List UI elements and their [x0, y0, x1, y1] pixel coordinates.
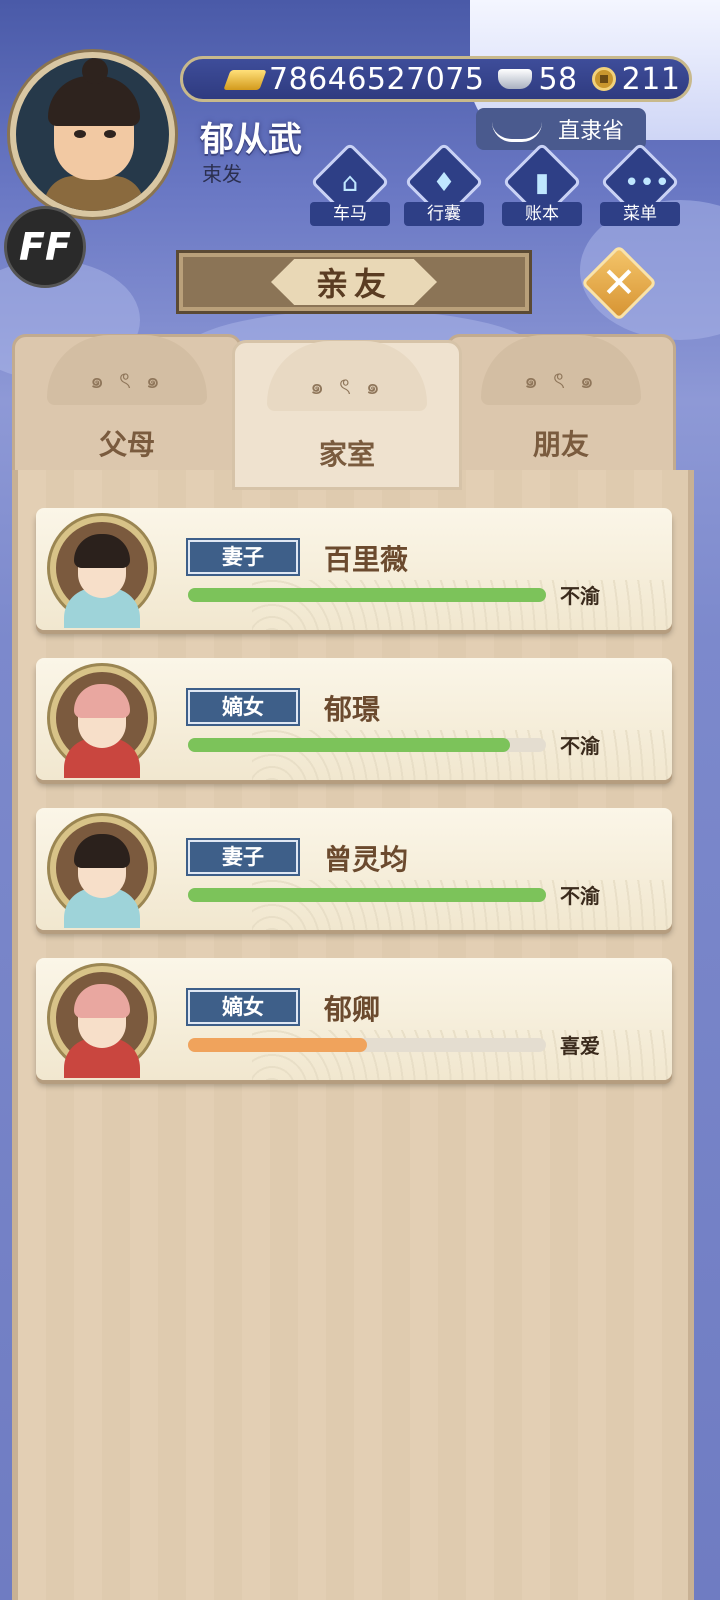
swirl-decor-icon: ๑ ৎ ๑	[310, 375, 384, 400]
affection-bar-fill	[188, 888, 546, 902]
portrait-hair	[74, 534, 130, 568]
silver-amount: 58	[538, 61, 578, 97]
portrait-hair	[74, 834, 130, 868]
portrait-hair	[74, 984, 130, 1018]
relative-portrait	[50, 666, 154, 778]
affection-bar-fill	[188, 1038, 367, 1052]
affection-bar-fill	[188, 738, 511, 752]
nav-menu[interactable]: ••• 菜单	[600, 142, 680, 230]
tab-label: 朋友	[532, 428, 589, 461]
tab-parents[interactable]: ๑ ৎ ๑ 父母	[12, 334, 242, 484]
relative-portrait	[50, 966, 154, 1078]
page-title: 亲友	[271, 259, 437, 305]
mood-label: 不渝	[560, 884, 600, 908]
relative-name: 百里薇	[324, 543, 409, 576]
player-title: 束发	[202, 162, 242, 186]
iron-icon	[492, 116, 542, 142]
relative-card[interactable]: 妻子 百里薇 不渝	[36, 508, 672, 630]
relative-portrait	[50, 516, 154, 628]
close-icon[interactable]: ✕	[590, 254, 648, 312]
location-button[interactable]: 直隶省	[476, 108, 646, 150]
location-label: 直隶省	[558, 119, 625, 144]
mood-label: 不渝	[560, 584, 600, 608]
avatar-hair-bun	[82, 58, 108, 84]
relative-card[interactable]: 嫡女 郁卿 喜爱	[36, 958, 672, 1080]
carriage-icon: ⌂	[341, 168, 359, 198]
affection-bar	[188, 738, 546, 752]
relation-badge: 嫡女	[186, 688, 300, 726]
relative-name: 郁卿	[324, 993, 381, 1026]
mood-label: 喜爱	[560, 1034, 600, 1058]
nav-label: 账本	[502, 202, 582, 226]
nav-label: 行囊	[404, 202, 484, 226]
player-name: 郁从武	[200, 120, 302, 160]
tab-label: 家室	[318, 438, 375, 471]
relative-name: 曾灵均	[324, 843, 409, 876]
resource-bar: 78646527075 58 211	[180, 56, 692, 102]
ff-badge[interactable]: FF	[4, 206, 86, 288]
nav-bag[interactable]: ♦ 行囊	[404, 142, 484, 230]
relative-portrait	[50, 816, 154, 928]
nav-ledger[interactable]: ▮ 账本	[502, 142, 582, 230]
mood-label: 不渝	[560, 734, 600, 758]
avatar-eye	[104, 130, 116, 138]
relation-badge: 妻子	[186, 838, 300, 876]
player-avatar[interactable]	[10, 52, 175, 217]
relative-name: 郁璟	[324, 693, 381, 726]
affection-bar	[188, 888, 546, 902]
affection-bar	[188, 1038, 546, 1052]
silver-ingot-icon	[498, 69, 533, 89]
copper-coin-icon	[591, 67, 616, 91]
relative-card[interactable]: 妻子 曾灵均 不渝	[36, 808, 672, 930]
bag-icon: ♦	[432, 168, 456, 198]
tab-label: 父母	[98, 428, 155, 461]
avatar-eye	[74, 130, 86, 138]
nav-label: 菜单	[600, 202, 680, 226]
swirl-decor-icon: ๑ ৎ ๑	[524, 369, 598, 394]
affection-bar	[188, 588, 546, 602]
menu-dots-icon: •••	[624, 168, 671, 198]
tab-friends[interactable]: ๑ ৎ ๑ 朋友	[446, 334, 676, 484]
relation-badge: 嫡女	[186, 988, 300, 1026]
affection-bar-fill	[188, 588, 546, 602]
relative-card[interactable]: 嫡女 郁璟 不渝	[36, 658, 672, 780]
gold-amount: 78646527075	[269, 61, 485, 97]
tab-household[interactable]: ๑ ৎ ๑ 家室	[232, 340, 462, 490]
coin-amount: 211	[621, 61, 681, 97]
portrait-hair	[74, 684, 130, 718]
swirl-decor-icon: ๑ ৎ ๑	[90, 369, 164, 394]
nav-label: 车马	[310, 202, 390, 226]
relation-badge: 妻子	[186, 538, 300, 576]
page-title-plate: 亲友	[176, 250, 532, 314]
nav-carriage[interactable]: ⌂ 车马	[310, 142, 390, 230]
gold-ingot-icon	[223, 70, 267, 90]
ledger-icon: ▮	[534, 168, 550, 198]
